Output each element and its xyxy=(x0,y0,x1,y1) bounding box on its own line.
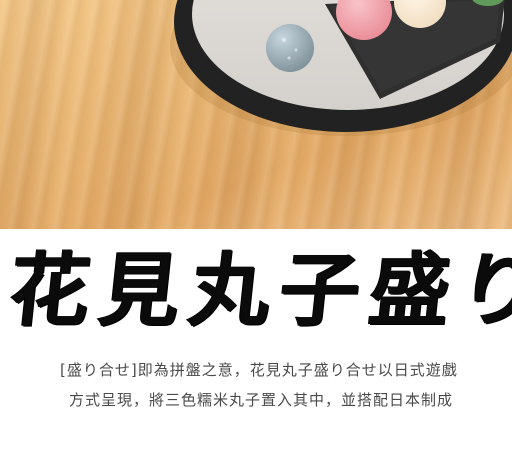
article-description: [盛り合せ]即為拼盤之意，花見丸子盛り合せ以日式遊戲 方式呈現，將三色糯米丸子置… xyxy=(0,355,512,415)
grey-sweet-ball xyxy=(266,24,314,72)
description-line-2: 方式呈現，將三色糯米丸子置入其中，並搭配日本制成 xyxy=(69,391,454,409)
description-line-1: [盛り合せ]即為拼盤之意，花見丸子盛り合せ以日式遊戲 xyxy=(60,361,458,379)
plate-illustration xyxy=(170,0,512,136)
hero-photo-dango-platter xyxy=(0,0,512,229)
page-title: 花見丸子盛り xyxy=(5,243,512,337)
